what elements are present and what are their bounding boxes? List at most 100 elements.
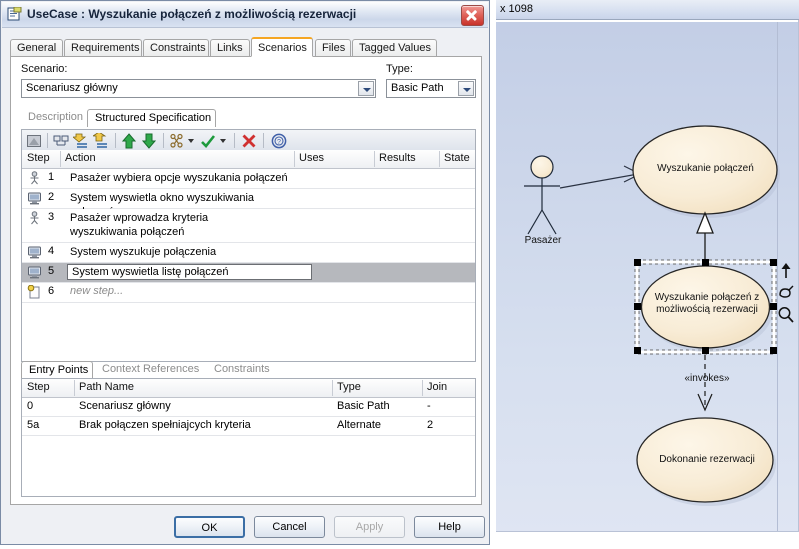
table-row-new-step[interactable]: 6 new step... xyxy=(22,283,475,303)
tab-general[interactable]: General xyxy=(10,39,63,56)
tab-tagged-values-label: Tagged Values xyxy=(359,42,431,54)
table-row[interactable]: 3 Pasażer wprowadza kryteria wyszukiwani… xyxy=(22,209,475,243)
new-step-placeholder: new step... xyxy=(70,285,124,297)
cancel-button[interactable]: Cancel xyxy=(254,516,325,538)
col-results: Results xyxy=(379,152,416,164)
col-state: State xyxy=(444,152,470,164)
tab-ep-constraints[interactable]: Constraints xyxy=(207,361,277,379)
type-value: Basic Path xyxy=(391,82,444,94)
actor-icon xyxy=(30,211,39,225)
ep-step: 5a xyxy=(27,419,40,431)
table-row-selected[interactable]: 5 System wyswietla listę połączeń xyxy=(22,263,475,283)
system-icon xyxy=(28,246,41,259)
move-down-icon[interactable] xyxy=(141,133,157,149)
scenario-select[interactable]: Scenariusz główny xyxy=(21,79,376,98)
dialog-button-bar: OK Cancel Apply Help xyxy=(2,508,488,545)
svg-text:?: ? xyxy=(277,139,281,146)
diagram-canvas[interactable]: Pasażer Wyszukanie połączeń Wyszukanie p… xyxy=(496,20,799,533)
dialog-title: UseCase : Wyszukanie połączeń z możliwoś… xyxy=(27,7,357,21)
table-row[interactable]: 0 Scenariusz główny Basic Path - xyxy=(22,398,475,417)
zoom-magnifier-icon[interactable] xyxy=(777,306,795,324)
invokes-label: «invokes» xyxy=(684,373,730,384)
step-number: 6 xyxy=(48,285,55,297)
structure-dropdown-arrow-icon[interactable] xyxy=(188,139,194,143)
dialog-titlebar[interactable]: UseCase : Wyszukanie połączeń z możliwoś… xyxy=(2,2,488,28)
cancel-button-label: Cancel xyxy=(272,521,307,533)
chevron-down-icon[interactable] xyxy=(458,81,474,96)
structure-icon[interactable] xyxy=(169,133,185,149)
table-row[interactable]: 4 System wyszukuje połączenia xyxy=(22,243,475,263)
tab-entry-points-label: Entry Points xyxy=(29,364,89,376)
table-row[interactable]: 2 System wyswietla okno wyszukiwania poł… xyxy=(22,189,475,218)
diagram-tool-palette[interactable] xyxy=(777,262,797,328)
entry-points-grid[interactable]: Step Path Name Type Join 0 Scenariusz gł… xyxy=(21,378,476,497)
scenarios-panel: Scenario: Type: Scenariusz główny Basic … xyxy=(10,57,482,505)
ep-join: 2 xyxy=(427,419,434,431)
pointer-up-arrow-icon[interactable] xyxy=(777,262,795,280)
tab-structured-specification[interactable]: Structured Specification xyxy=(87,109,216,127)
tab-files[interactable]: Files xyxy=(315,39,351,56)
ep-type: Alternate xyxy=(337,419,382,431)
step-number: 1 xyxy=(48,171,55,183)
table-row[interactable]: 5a Brak połączen spełniajcych kryteria A… xyxy=(22,417,475,436)
tab-files-label: Files xyxy=(322,42,346,54)
apply-dropdown-arrow-icon[interactable] xyxy=(220,139,226,143)
delete-icon[interactable] xyxy=(241,133,257,149)
pan-hand-icon[interactable] xyxy=(777,284,795,302)
table-row[interactable]: 1 Pasażer wybiera opcje wyszukania połąc… xyxy=(22,169,475,189)
tab-requirements[interactable]: Requirements xyxy=(64,39,142,56)
diagram-topbar: x 1098 xyxy=(496,0,799,20)
generalization-connector[interactable] xyxy=(696,211,714,261)
toolbar-separator xyxy=(263,133,264,148)
tab-entry-points[interactable]: Entry Points xyxy=(21,361,93,379)
close-icon[interactable] xyxy=(461,5,484,26)
ep-col-type: Type xyxy=(337,381,361,393)
entry-points-tabs[interactable]: Entry Points Context References Constrai… xyxy=(21,361,476,379)
step-action-input[interactable]: System wyswietla listę połączeń xyxy=(67,264,312,280)
diagram-pane: x 1098 Pasażer Wyszukanie połączeń Wyszu… xyxy=(496,0,799,549)
split-step-icon[interactable] xyxy=(53,133,69,149)
insert-step-below-icon[interactable] xyxy=(93,133,109,149)
ep-col-join: Join xyxy=(427,381,448,393)
step-action: Pasażer wybiera opcje wyszukania połącze… xyxy=(70,172,288,184)
ok-button[interactable]: OK xyxy=(174,516,245,538)
toolbar-separator xyxy=(234,133,235,148)
tab-constraints[interactable]: Constraints xyxy=(143,39,209,56)
step-number: 3 xyxy=(48,211,55,223)
steps-grid[interactable]: Step Action Uses Results State 1 Pasażer… xyxy=(21,150,476,362)
tab-context-references[interactable]: Context References xyxy=(95,361,205,379)
scenario-inner-tabs[interactable]: Description Structured Specification xyxy=(21,109,476,127)
step-action: Pasażer wprowadza kryteria wyszukiwania … xyxy=(70,212,209,238)
tab-scenarios[interactable]: Scenarios xyxy=(251,37,313,57)
move-up-icon[interactable] xyxy=(121,133,137,149)
col-step: Step xyxy=(27,152,50,164)
apply-check-icon[interactable] xyxy=(200,133,216,149)
tab-description-label: Description xyxy=(28,111,84,123)
tab-description[interactable]: Description xyxy=(21,109,85,127)
toolbar-separator xyxy=(115,133,116,148)
ep-step: 0 xyxy=(27,400,34,412)
association-connector[interactable] xyxy=(559,165,642,189)
actor-label: Pasażer xyxy=(524,235,562,246)
ep-col-step: Step xyxy=(27,381,50,393)
document-properties-icon xyxy=(7,7,22,21)
chevron-down-icon[interactable] xyxy=(358,81,374,96)
help-button[interactable]: Help xyxy=(414,516,485,538)
tab-tagged-values[interactable]: Tagged Values xyxy=(352,39,437,56)
main-tabstrip[interactable]: General Requirements Constraints Links S… xyxy=(10,37,482,57)
usecase-properties-dialog: UseCase : Wyszukanie połączeń z możliwoś… xyxy=(0,0,490,545)
tab-links[interactable]: Links xyxy=(210,39,250,56)
ep-path-name: Scenariusz główny xyxy=(79,400,171,412)
actor-icon[interactable] xyxy=(524,155,560,235)
help-icon[interactable]: ? xyxy=(271,133,287,149)
col-uses: Uses xyxy=(299,152,325,164)
scenario-label: Scenario: xyxy=(21,63,68,75)
step-number: 5 xyxy=(48,265,55,277)
edit-step-icon[interactable] xyxy=(26,133,42,149)
type-select[interactable]: Basic Path xyxy=(386,79,476,98)
system-icon xyxy=(28,192,41,205)
step-number: 4 xyxy=(48,245,55,257)
steps-toolbar[interactable]: ? xyxy=(21,129,476,151)
ep-type: Basic Path xyxy=(337,400,390,412)
insert-step-above-icon[interactable] xyxy=(73,133,89,149)
